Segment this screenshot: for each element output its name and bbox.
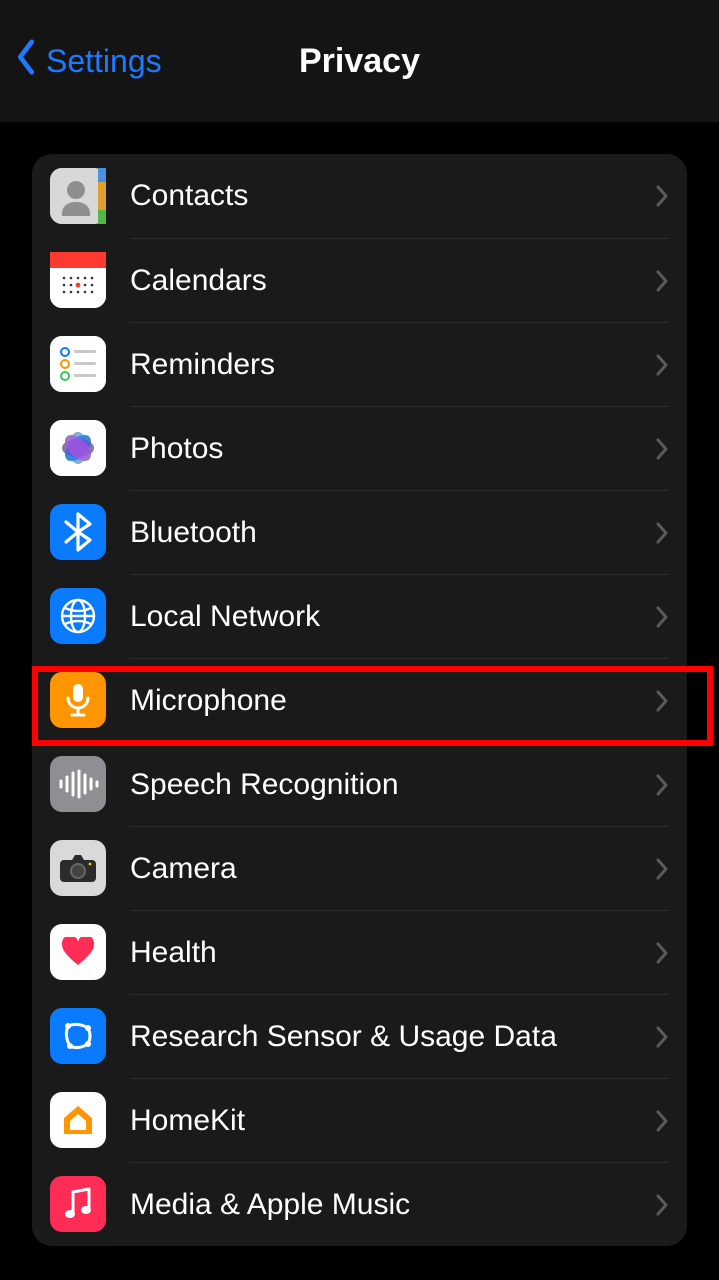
chevron-right-icon <box>655 521 669 545</box>
chevron-right-icon <box>655 353 669 377</box>
home-icon <box>50 1092 106 1148</box>
row-label: Local Network <box>130 600 655 634</box>
chevron-right-icon <box>655 1025 669 1049</box>
row-label: Research Sensor & Usage Data <box>130 1020 655 1054</box>
navbar: Settings Privacy <box>0 0 719 122</box>
waveform-icon <box>50 756 106 812</box>
bluetooth-icon <box>50 504 106 560</box>
row-local-network[interactable]: Local Network <box>32 574 687 658</box>
row-label: HomeKit <box>130 1104 655 1138</box>
sensor-icon <box>50 1008 106 1064</box>
row-speech-recognition[interactable]: Speech Recognition <box>32 742 687 826</box>
row-label: Camera <box>130 852 655 886</box>
row-label: Media & Apple Music <box>130 1188 655 1222</box>
chevron-right-icon <box>655 857 669 881</box>
page-body: Contacts Calenda <box>0 122 719 1246</box>
row-label: Health <box>130 936 655 970</box>
row-contacts[interactable]: Contacts <box>32 154 687 238</box>
globe-icon <box>50 588 106 644</box>
reminders-icon <box>50 336 106 392</box>
photos-icon <box>50 420 106 476</box>
back-chevron-icon <box>14 38 46 84</box>
chevron-right-icon <box>655 437 669 461</box>
chevron-right-icon <box>655 941 669 965</box>
heart-icon <box>50 924 106 980</box>
row-media-music[interactable]: Media & Apple Music <box>32 1162 687 1246</box>
back-label: Settings <box>46 43 162 80</box>
settings-group: Contacts Calenda <box>32 154 687 1246</box>
row-label: Bluetooth <box>130 516 655 550</box>
row-label: Contacts <box>130 179 655 213</box>
row-reminders[interactable]: Reminders <box>32 322 687 406</box>
chevron-right-icon <box>655 605 669 629</box>
row-label: Speech Recognition <box>130 768 655 802</box>
chevron-right-icon <box>655 184 669 208</box>
row-research[interactable]: Research Sensor & Usage Data <box>32 994 687 1078</box>
row-label: Reminders <box>130 348 655 382</box>
row-label: Calendars <box>130 264 655 298</box>
row-photos[interactable]: Photos <box>32 406 687 490</box>
chevron-right-icon <box>655 1193 669 1217</box>
row-label: Photos <box>130 432 655 466</box>
camera-icon <box>50 840 106 896</box>
row-label: Microphone <box>130 684 655 718</box>
row-camera[interactable]: Camera <box>32 826 687 910</box>
row-bluetooth[interactable]: Bluetooth <box>32 490 687 574</box>
calendar-icon <box>50 252 106 308</box>
chevron-right-icon <box>655 1109 669 1133</box>
music-icon <box>50 1176 106 1232</box>
chevron-right-icon <box>655 269 669 293</box>
back-button[interactable]: Settings <box>14 0 162 122</box>
row-calendars[interactable]: Calendars <box>32 238 687 322</box>
row-homekit[interactable]: HomeKit <box>32 1078 687 1162</box>
page-title: Privacy <box>299 42 420 81</box>
microphone-icon <box>50 672 106 728</box>
row-health[interactable]: Health <box>32 910 687 994</box>
chevron-right-icon <box>655 773 669 797</box>
contacts-icon <box>50 168 106 224</box>
chevron-right-icon <box>655 689 669 713</box>
row-microphone[interactable]: Microphone <box>32 658 687 742</box>
